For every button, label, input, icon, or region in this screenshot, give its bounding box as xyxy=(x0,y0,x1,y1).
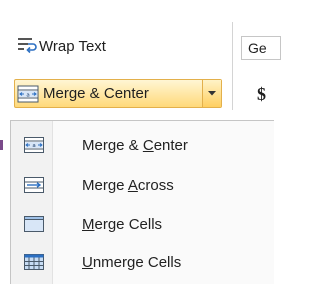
merge-across-icon xyxy=(24,177,44,193)
menu-item-merge-cells[interactable]: Merge Cells xyxy=(11,208,273,240)
menu-item-merge-and-center[interactable]: a Merge & Center xyxy=(11,129,273,161)
merge-and-center-button[interactable]: a Merge & Center xyxy=(15,80,202,107)
menu-item-merge-across[interactable]: Merge Across xyxy=(11,169,273,201)
svg-text:a: a xyxy=(26,92,29,98)
menu-item-unmerge-cells[interactable]: Unmerge Cells xyxy=(11,246,273,278)
merge-options-menu: a Merge & Center Merge Across Merge Cell… xyxy=(10,120,274,284)
menu-item-label: Merge Cells xyxy=(82,215,163,233)
wrap-text-icon xyxy=(18,38,37,54)
group-divider xyxy=(232,22,233,110)
unmerge-cells-icon xyxy=(24,254,44,270)
merge-and-center-split-button[interactable]: a Merge & Center xyxy=(14,79,222,108)
dollar-sign-icon: $ xyxy=(257,84,266,104)
cell-edge-marker xyxy=(0,140,3,150)
excel-ribbon-screenshot: Wrap Text a Merge & Center Ge $ a Merge … xyxy=(0,0,281,284)
merge-cells-icon xyxy=(24,216,44,232)
chevron-down-icon xyxy=(208,91,216,96)
wrap-text-label: Wrap Text xyxy=(39,37,106,55)
merge-and-center-label: Merge & Center xyxy=(43,85,149,102)
ribbon-alignment-group: Wrap Text a Merge & Center Ge $ xyxy=(0,0,281,110)
menu-item-label: Merge & Center xyxy=(82,136,188,154)
font-name-value: Ge xyxy=(248,40,267,56)
merge-options-dropdown[interactable] xyxy=(202,80,221,107)
merge-center-icon: a xyxy=(17,85,39,102)
font-name-box[interactable]: Ge xyxy=(241,36,281,60)
svg-text:a: a xyxy=(32,143,35,149)
merge-center-icon: a xyxy=(24,137,44,153)
accounting-format-button[interactable]: $ xyxy=(257,84,266,105)
menu-item-label: Merge Across xyxy=(82,176,174,194)
wrap-text-button[interactable]: Wrap Text xyxy=(17,30,106,62)
menu-item-label: Unmerge Cells xyxy=(82,253,182,271)
